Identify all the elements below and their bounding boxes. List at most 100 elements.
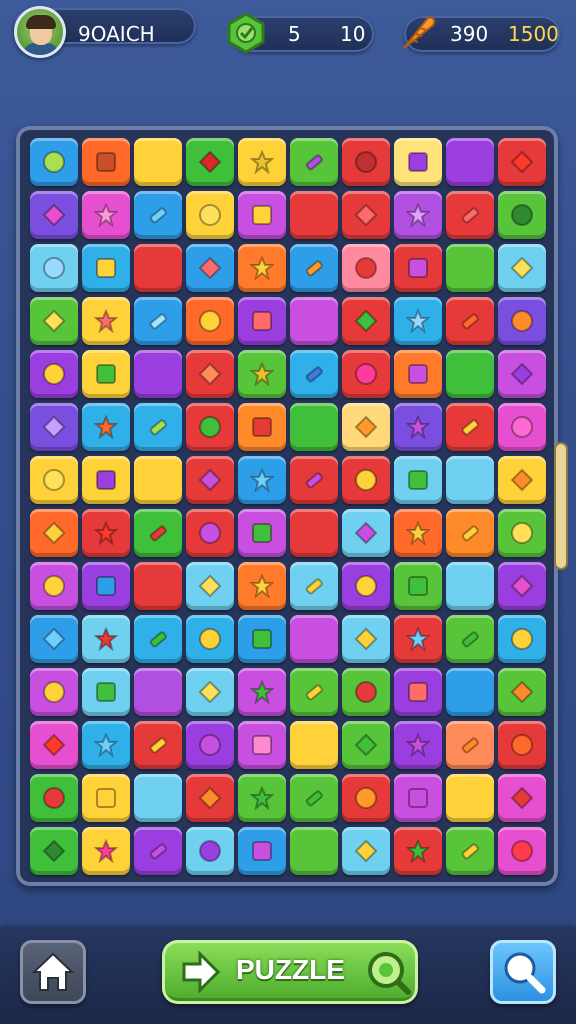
- tile[interactable]: [394, 509, 442, 557]
- tile[interactable]: [394, 562, 442, 610]
- tile[interactable]: [446, 456, 494, 504]
- tile[interactable]: [290, 562, 338, 610]
- tile[interactable]: [238, 191, 286, 239]
- tile[interactable]: [446, 297, 494, 345]
- tile[interactable]: [82, 827, 130, 875]
- tile[interactable]: [82, 191, 130, 239]
- tile[interactable]: [290, 297, 338, 345]
- tile[interactable]: [446, 721, 494, 769]
- tile[interactable]: [186, 403, 234, 451]
- tile[interactable]: [498, 244, 546, 292]
- tile[interactable]: [134, 827, 182, 875]
- tile[interactable]: [82, 403, 130, 451]
- tile[interactable]: [342, 774, 390, 822]
- tile[interactable]: [186, 721, 234, 769]
- tile[interactable]: [238, 403, 286, 451]
- tile[interactable]: [134, 456, 182, 504]
- tile[interactable]: [498, 403, 546, 451]
- tile[interactable]: [186, 191, 234, 239]
- search-button[interactable]: [490, 940, 556, 1004]
- tile[interactable]: [30, 615, 78, 663]
- tile[interactable]: [498, 774, 546, 822]
- tile[interactable]: [394, 191, 442, 239]
- tile[interactable]: [82, 456, 130, 504]
- tile[interactable]: [30, 774, 78, 822]
- tile[interactable]: [446, 350, 494, 398]
- tile[interactable]: [290, 191, 338, 239]
- tile[interactable]: [82, 562, 130, 610]
- tile[interactable]: [446, 403, 494, 451]
- tile[interactable]: [134, 191, 182, 239]
- tile[interactable]: [342, 509, 390, 557]
- tile[interactable]: [134, 403, 182, 451]
- tile[interactable]: [394, 244, 442, 292]
- tile[interactable]: [238, 456, 286, 504]
- tile[interactable]: [238, 244, 286, 292]
- tile[interactable]: [134, 509, 182, 557]
- tile[interactable]: [342, 191, 390, 239]
- tile[interactable]: [394, 615, 442, 663]
- tile[interactable]: [290, 456, 338, 504]
- tile[interactable]: [30, 456, 78, 504]
- tile[interactable]: [238, 562, 286, 610]
- tile[interactable]: [394, 403, 442, 451]
- tile[interactable]: [238, 138, 286, 186]
- tile[interactable]: [498, 562, 546, 610]
- tile[interactable]: [342, 138, 390, 186]
- tile[interactable]: [446, 668, 494, 716]
- tile[interactable]: [446, 509, 494, 557]
- tile[interactable]: [290, 774, 338, 822]
- tile[interactable]: [498, 191, 546, 239]
- tile[interactable]: [290, 668, 338, 716]
- tile[interactable]: [238, 827, 286, 875]
- tile[interactable]: [498, 350, 546, 398]
- tile[interactable]: [30, 827, 78, 875]
- tile[interactable]: [446, 774, 494, 822]
- tile[interactable]: [342, 668, 390, 716]
- tile[interactable]: [82, 668, 130, 716]
- tile[interactable]: [134, 774, 182, 822]
- tile[interactable]: [186, 297, 234, 345]
- tile[interactable]: [186, 244, 234, 292]
- tile[interactable]: [290, 721, 338, 769]
- tile[interactable]: [498, 827, 546, 875]
- tile[interactable]: [30, 721, 78, 769]
- tile[interactable]: [134, 668, 182, 716]
- tile[interactable]: [290, 350, 338, 398]
- tile[interactable]: [446, 138, 494, 186]
- tile[interactable]: [82, 244, 130, 292]
- tile[interactable]: [394, 668, 442, 716]
- tile[interactable]: [446, 191, 494, 239]
- tile[interactable]: [30, 244, 78, 292]
- tile[interactable]: [394, 138, 442, 186]
- tile[interactable]: [238, 774, 286, 822]
- tile[interactable]: [290, 827, 338, 875]
- tile[interactable]: [342, 350, 390, 398]
- tile[interactable]: [30, 509, 78, 557]
- tile[interactable]: [394, 456, 442, 504]
- tile[interactable]: [446, 615, 494, 663]
- tile[interactable]: [238, 721, 286, 769]
- tile[interactable]: [238, 350, 286, 398]
- tile[interactable]: [186, 668, 234, 716]
- tile[interactable]: [134, 562, 182, 610]
- tile[interactable]: [290, 138, 338, 186]
- tile[interactable]: [30, 350, 78, 398]
- tile[interactable]: [186, 827, 234, 875]
- tile[interactable]: [498, 138, 546, 186]
- tile[interactable]: [238, 509, 286, 557]
- tile[interactable]: [134, 721, 182, 769]
- tile[interactable]: [186, 562, 234, 610]
- tile[interactable]: [30, 668, 78, 716]
- tile[interactable]: [498, 668, 546, 716]
- tile[interactable]: [290, 509, 338, 557]
- tile[interactable]: [394, 350, 442, 398]
- tile[interactable]: [498, 615, 546, 663]
- tile[interactable]: [342, 297, 390, 345]
- tile[interactable]: [134, 350, 182, 398]
- tile[interactable]: [446, 562, 494, 610]
- tile[interactable]: [186, 774, 234, 822]
- tile[interactable]: [394, 774, 442, 822]
- scroll-handle[interactable]: [556, 444, 566, 568]
- tile[interactable]: [82, 721, 130, 769]
